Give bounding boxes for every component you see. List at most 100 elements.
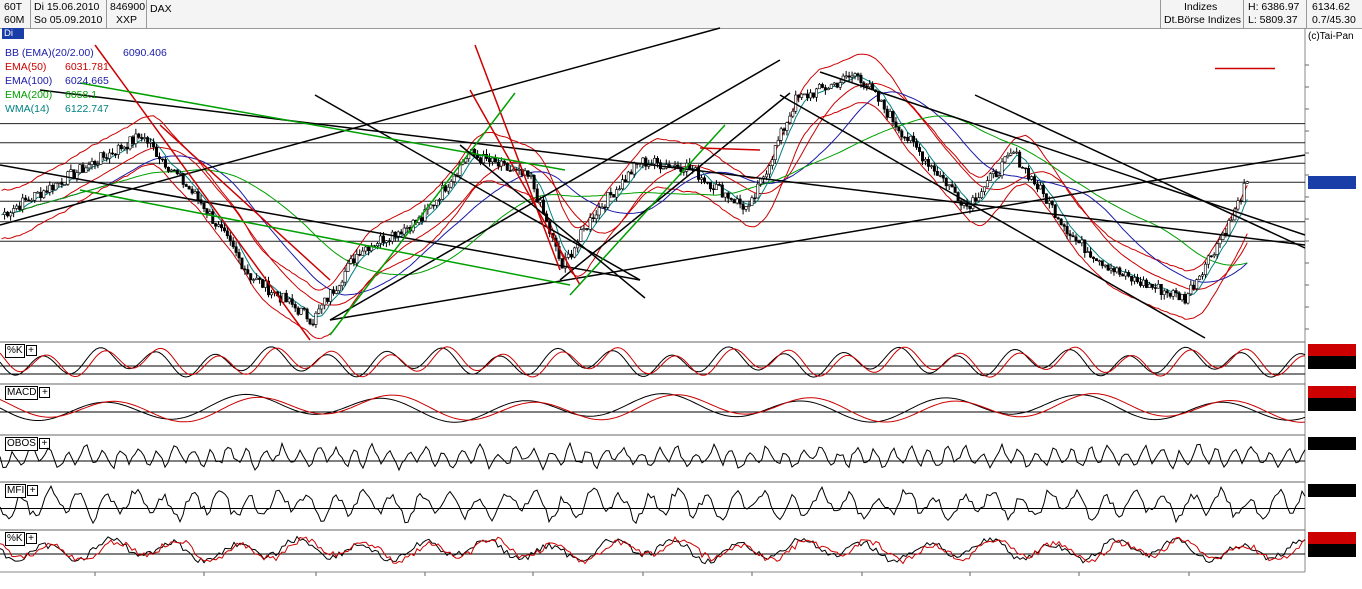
candle-body	[346, 263, 350, 272]
candle-body	[314, 312, 318, 325]
panel-name[interactable]: OBOS	[5, 437, 38, 451]
candle-body	[847, 75, 851, 78]
candle-body	[820, 84, 824, 88]
indicator-signal-line	[0, 393, 1306, 423]
panel-name[interactable]: %K	[5, 344, 25, 358]
candle-body	[399, 231, 403, 235]
candle-body	[12, 208, 16, 213]
expand-icon[interactable]: +	[25, 344, 37, 356]
candle-body	[196, 191, 200, 201]
candle-body	[1215, 243, 1219, 255]
panel-name[interactable]: %K	[5, 532, 25, 546]
candle-body	[573, 247, 577, 258]
candle-body	[387, 240, 391, 243]
candle-body	[160, 158, 164, 161]
candle-body	[1206, 255, 1210, 265]
candle-body	[1115, 267, 1119, 273]
candle-body	[93, 161, 97, 165]
panel-value-tag	[1308, 356, 1356, 369]
candle-body	[323, 297, 327, 306]
candle-body	[744, 206, 748, 210]
candle-body	[111, 152, 115, 155]
candle-body	[1018, 151, 1022, 168]
candle-body	[676, 164, 680, 168]
candle-body	[231, 240, 235, 248]
candle-body	[885, 108, 889, 118]
candle-body	[246, 269, 250, 274]
candle-body	[597, 207, 601, 216]
indicator-signal-line	[0, 346, 1306, 378]
candle-body	[1109, 268, 1113, 271]
candle-body	[317, 308, 321, 314]
candle-body	[529, 175, 533, 177]
candle-body	[361, 250, 365, 256]
candle-body	[1112, 268, 1116, 273]
candle-body	[1141, 279, 1145, 286]
candle-body	[1177, 292, 1181, 301]
candle-body	[1094, 258, 1098, 262]
candle-body	[217, 224, 221, 227]
legend-entry: EMA(200) 6058.1	[5, 88, 97, 102]
candle-body	[806, 93, 810, 99]
candle-body	[125, 146, 129, 150]
candle-body	[1212, 254, 1216, 257]
candle-body	[788, 115, 792, 123]
candle-body	[765, 173, 769, 178]
candle-body	[446, 186, 450, 192]
candle-body	[449, 181, 453, 188]
candle-body	[980, 191, 984, 198]
candle-body	[3, 211, 7, 216]
candle-body	[835, 82, 839, 88]
candle-body	[284, 292, 288, 303]
legend-value: 6024.665	[65, 75, 109, 87]
candle-body	[51, 184, 55, 191]
legend-value: 6090.406	[123, 47, 167, 59]
candle-body	[888, 111, 892, 118]
expand-icon[interactable]: +	[39, 386, 51, 398]
candle-body	[493, 157, 497, 163]
expand-icon[interactable]: +	[27, 484, 39, 496]
candle-body	[228, 235, 232, 242]
candle-body	[629, 171, 633, 175]
candle-body	[163, 159, 167, 168]
candle-body	[1150, 283, 1154, 288]
legend-label: EMA(200)	[5, 89, 53, 101]
expand-icon[interactable]: +	[25, 532, 37, 544]
candle-body	[988, 173, 992, 181]
expand-icon[interactable]: +	[38, 437, 50, 449]
candle-body	[1083, 239, 1087, 253]
candle-body	[184, 184, 188, 187]
copyright-label: (c)Tai-Pan	[1308, 31, 1354, 42]
candle-body	[81, 164, 85, 173]
candle-body	[105, 157, 109, 159]
candle-body	[566, 253, 570, 258]
candle-body	[894, 121, 898, 128]
candle-body	[921, 151, 925, 162]
candle-body	[15, 205, 19, 209]
candle-body	[770, 159, 774, 166]
candle-body	[1174, 290, 1178, 293]
candle-body	[803, 93, 807, 96]
candle-body	[108, 152, 112, 159]
panel-name-box: MACD +	[5, 386, 51, 400]
candle-body	[420, 217, 424, 222]
candle-body	[502, 160, 506, 164]
candle-body	[487, 158, 491, 163]
candle-body	[723, 192, 727, 198]
candle-body	[661, 167, 665, 170]
candle-body	[1162, 290, 1166, 295]
candle-body	[1038, 184, 1042, 190]
price-panel	[0, 40, 1305, 340]
candle-body	[526, 170, 530, 177]
candle-body	[331, 289, 335, 294]
candle-body	[1103, 264, 1107, 267]
legend-value: 6058.1	[65, 89, 98, 101]
candle-body	[337, 285, 341, 291]
candle-body	[1097, 260, 1101, 263]
candle-body	[817, 84, 821, 90]
candle-body	[1027, 168, 1031, 180]
panel-name[interactable]: MACD	[5, 386, 39, 400]
candle-body	[626, 171, 630, 182]
panel-name[interactable]: MFI	[5, 484, 27, 498]
candle-body	[935, 170, 939, 176]
